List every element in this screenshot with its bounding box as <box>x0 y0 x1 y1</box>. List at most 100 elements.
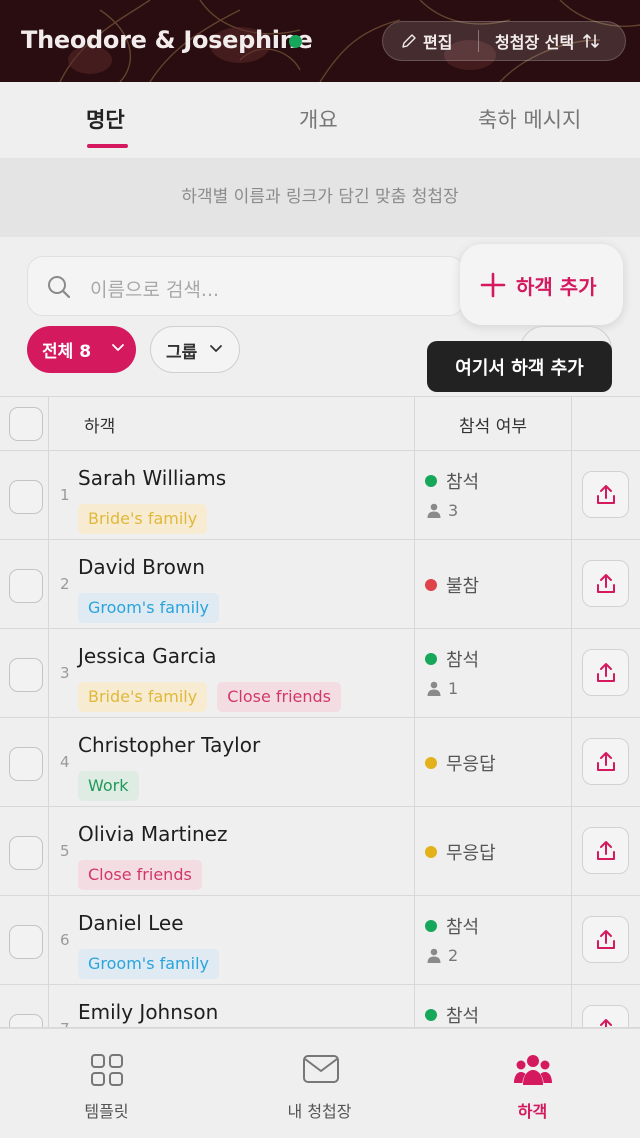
guest-name: David Brown <box>78 555 205 579</box>
chevron-down-icon <box>210 345 222 352</box>
filter-all-label: 전체 8 <box>42 342 92 362</box>
companion-count: 1 <box>427 679 458 698</box>
column-header-attendance: 참석 여부 <box>459 417 527 437</box>
attendance-label: 무응답 <box>446 754 496 775</box>
share-button[interactable] <box>582 738 629 785</box>
table-row[interactable]: 3 Jessica Garcia Bride's family Close frien… <box>0 629 640 718</box>
plus-icon <box>480 272 506 298</box>
column-divider <box>48 396 49 1028</box>
table-row[interactable]: 1 Sarah Williams Bride's family 참석 3 <box>0 451 640 540</box>
column-divider <box>571 396 572 1028</box>
attendance-status: 참석 <box>425 1002 480 1027</box>
add-guest-label: 하객 추가 <box>516 275 597 299</box>
header-action-pill: 편집 청첩장 선택 <box>382 21 626 61</box>
nav-guests-label: 하객 <box>517 1102 548 1121</box>
row-checkbox[interactable] <box>9 480 43 514</box>
attendance-label: 참석 <box>446 1006 480 1027</box>
share-button[interactable] <box>582 471 629 518</box>
grid-icon <box>91 1054 123 1086</box>
tab-guest-list[interactable]: 명단 <box>86 104 125 134</box>
row-checkbox[interactable] <box>9 836 43 870</box>
guest-name: Emily Johnson <box>78 1000 219 1024</box>
group-tag: Bride's family <box>78 682 208 712</box>
group-tag: Groom's family <box>78 593 219 623</box>
share-button[interactable] <box>582 560 629 607</box>
search-input[interactable]: 이름으로 검색... <box>27 256 465 316</box>
add-guest-button[interactable]: 하객 추가 <box>460 244 623 325</box>
row-number: 3 <box>60 664 70 682</box>
app-header: Theodore & Josephine 편집 청첩장 선택 <box>0 0 640 82</box>
nav-my-invitation-label: 내 청첩장 <box>287 1102 352 1121</box>
companion-count-value: 3 <box>448 501 459 520</box>
share-button[interactable] <box>582 649 629 696</box>
filter-group-chip[interactable]: 그룹 <box>150 326 240 373</box>
guest-tags: Groom's family <box>78 593 219 623</box>
status-dot <box>425 757 437 769</box>
table-row[interactable]: 4 Christopher Taylor Work 무응답 <box>0 718 640 807</box>
status-dot <box>425 475 437 487</box>
column-header-guest: 하객 <box>84 417 116 437</box>
status-dot <box>425 1009 437 1021</box>
tab-overview[interactable]: 개요 <box>299 104 338 134</box>
table-row[interactable]: 7 Emily Johnson 참석 <box>0 985 640 1028</box>
row-checkbox[interactable] <box>9 569 43 603</box>
active-tab-indicator <box>87 144 128 148</box>
guest-tags: Work <box>78 771 139 801</box>
guest-name: Sarah Williams <box>78 466 227 490</box>
table-row[interactable]: 2 David Brown Groom's family 불참 <box>0 540 640 629</box>
companion-count: 3 <box>427 501 458 520</box>
search-icon <box>48 276 71 299</box>
row-number: 6 <box>60 931 70 949</box>
share-button[interactable] <box>582 1005 629 1027</box>
table-row[interactable]: 5 Olivia Martinez Close friends 무응답 <box>0 807 640 896</box>
attendance-status: 무응답 <box>425 750 496 776</box>
select-invitation-button[interactable]: 청첩장 선택 <box>495 22 600 60</box>
share-upload-icon <box>597 574 615 593</box>
filter-all-chip[interactable]: 전체 8 <box>27 326 136 373</box>
share-button[interactable] <box>582 916 629 963</box>
edit-button[interactable]: 편집 <box>401 22 452 60</box>
attendance-label: 참석 <box>446 917 480 938</box>
share-upload-icon <box>597 485 615 504</box>
group-tag: Work <box>78 771 139 801</box>
filter-group-label: 그룹 <box>166 343 198 363</box>
tab-bar: 명단 개요 축하 메시지 <box>0 82 640 158</box>
share-upload-icon <box>597 841 615 860</box>
guest-tags: Groom's family <box>78 949 219 979</box>
banner-text: 하객별 이름과 링크가 담긴 맞춤 청첩장 <box>181 187 459 207</box>
share-button[interactable] <box>582 827 629 874</box>
guest-tags: Bride's family Close friends <box>78 682 342 712</box>
nav-templates[interactable]: 템플릿 <box>0 1029 213 1138</box>
pill-divider <box>478 30 479 52</box>
table-header: 하객 참석 여부 <box>0 396 640 451</box>
online-status-dot <box>289 35 302 48</box>
select-all-checkbox[interactable] <box>9 407 43 441</box>
row-checkbox[interactable] <box>9 1014 43 1027</box>
nav-guests[interactable]: 하객 <box>426 1029 639 1138</box>
tab-messages[interactable]: 축하 메시지 <box>478 104 581 134</box>
guest-name: Jessica Garcia <box>78 644 217 668</box>
person-icon <box>427 681 441 696</box>
group-tag: Groom's family <box>78 949 219 979</box>
table-row[interactable]: 6 Daniel Lee Groom's family 참석 2 <box>0 896 640 985</box>
person-icon <box>427 503 441 518</box>
row-checkbox[interactable] <box>9 925 43 959</box>
tooltip-text: 여기서 하객 추가 <box>455 358 584 379</box>
attendance-label: 참석 <box>446 472 480 493</box>
bottom-navigation: 템플릿 내 청첩장 하객 <box>0 1028 640 1138</box>
nav-my-invitation[interactable]: 내 청첩장 <box>213 1029 426 1138</box>
status-dot <box>425 846 437 858</box>
row-number: 4 <box>60 753 70 771</box>
swap-arrows-icon <box>583 34 599 48</box>
row-checkbox[interactable] <box>9 747 43 781</box>
share-upload-icon <box>597 752 615 771</box>
guest-name: Daniel Lee <box>78 911 184 935</box>
row-checkbox[interactable] <box>9 658 43 692</box>
info-banner[interactable]: 하객별 이름과 링크가 담긴 맞춤 청첩장 <box>0 158 640 237</box>
chevron-down-icon <box>112 344 124 351</box>
companion-count: 2 <box>427 946 458 965</box>
attendance-label: 무응답 <box>446 843 496 864</box>
nav-templates-label: 템플릿 <box>84 1102 129 1121</box>
companion-count-value: 2 <box>448 946 459 965</box>
attendance-status: 불참 <box>425 572 479 598</box>
